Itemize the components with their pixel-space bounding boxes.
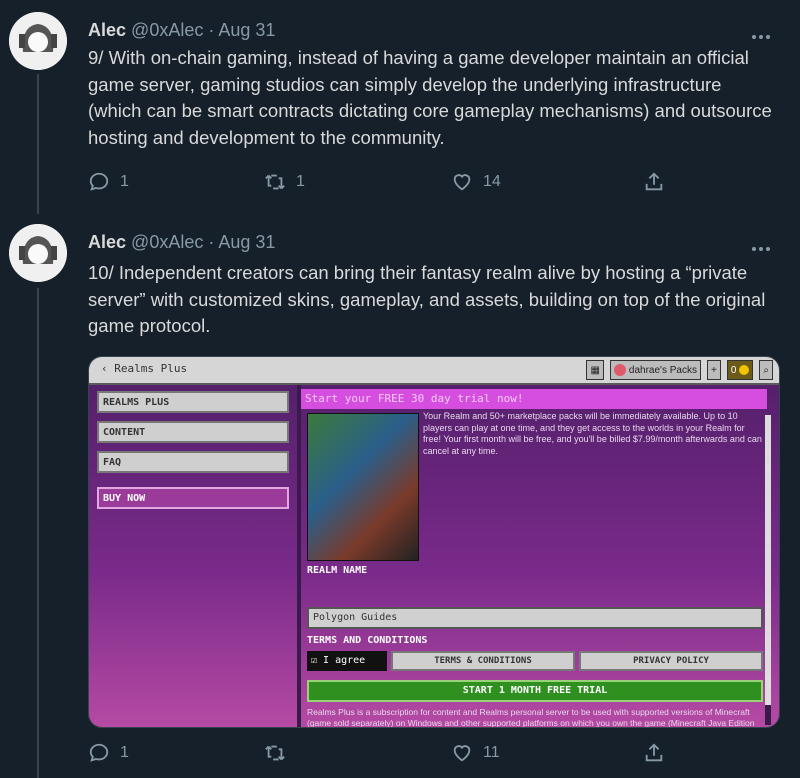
separator-dot: · bbox=[208, 20, 215, 40]
mc-privacy-button[interactable]: PRIVACY POLICY bbox=[579, 651, 763, 671]
heart-icon bbox=[453, 745, 471, 762]
mc-realm-name-input[interactable]: Polygon Guides bbox=[307, 607, 763, 629]
like-count: 14 bbox=[483, 173, 501, 190]
mc-coin-count: 0 bbox=[730, 364, 737, 376]
tweet-text: 9/ With on-chain gaming, instead of havi… bbox=[88, 47, 772, 148]
share-button[interactable] bbox=[643, 742, 665, 764]
mc-back-title[interactable]: ‹ Realms Plus bbox=[101, 362, 187, 375]
mc-agree-label: I agree bbox=[323, 655, 366, 666]
retweet-count: 1 bbox=[296, 173, 305, 190]
thread-line bbox=[37, 288, 39, 778]
mc-coins[interactable]: 0 bbox=[726, 360, 754, 380]
mc-realm-name-label: REALM NAME bbox=[307, 565, 368, 576]
mc-agree-checkbox[interactable]: ☑ I agree bbox=[307, 651, 387, 671]
share-icon bbox=[645, 172, 663, 191]
retweet-icon bbox=[265, 745, 285, 761]
avatar[interactable] bbox=[9, 12, 67, 70]
media-image[interactable]: ‹ Realms Plus ▦ dahrae's Packs + 0 ⌕ REA… bbox=[88, 356, 780, 728]
mc-search-icon[interactable]: ⌕ bbox=[759, 360, 773, 380]
mc-terms-label: TERMS AND CONDITIONS bbox=[307, 635, 428, 646]
reply-button[interactable]: 1 bbox=[88, 742, 129, 764]
mc-terms-button[interactable]: TERMS & CONDITIONS bbox=[391, 651, 575, 671]
tweet-text: 10/ Independent creators can bring their… bbox=[88, 262, 766, 336]
reply-icon bbox=[89, 743, 109, 762]
like-button[interactable]: 11 bbox=[451, 742, 500, 764]
mc-sidebar: REALMS PLUS CONTENT FAQ BUY NOW bbox=[89, 385, 297, 727]
mc-content: Start your FREE 30 day trial now! Your R… bbox=[301, 385, 771, 727]
mc-scrollbar-thumb[interactable] bbox=[765, 415, 771, 705]
mc-fine-print: Realms Plus is a subscription for conten… bbox=[307, 707, 755, 727]
author-handle[interactable]: @0xAlec bbox=[131, 232, 203, 252]
mc-body: REALMS PLUS CONTENT FAQ BUY NOW Start yo… bbox=[89, 385, 779, 727]
like-count: 11 bbox=[483, 744, 500, 761]
mc-account[interactable]: dahrae's Packs bbox=[609, 360, 701, 380]
like-button[interactable]: 14 bbox=[451, 171, 501, 193]
mc-description: Your Realm and 50+ marketplace packs wil… bbox=[423, 411, 762, 456]
tweet-date[interactable]: Aug 31 bbox=[218, 232, 275, 252]
avatar[interactable] bbox=[9, 224, 67, 282]
retweet-button[interactable] bbox=[264, 742, 296, 764]
mc-account-name: dahrae's Packs bbox=[628, 364, 697, 376]
mc-start-trial-button[interactable]: START 1 MONTH FREE TRIAL bbox=[307, 680, 763, 702]
separator-dot: · bbox=[208, 232, 215, 252]
heart-icon bbox=[453, 174, 471, 191]
coin-icon bbox=[739, 365, 750, 375]
author-handle[interactable]: @0xAlec bbox=[131, 20, 203, 40]
author-name[interactable]: Alec bbox=[88, 20, 126, 40]
mc-title-text: Realms Plus bbox=[114, 362, 188, 375]
more-options-icon[interactable] bbox=[752, 26, 776, 40]
mc-grid-icon[interactable]: ▦ bbox=[586, 360, 604, 380]
mc-nav-faq[interactable]: FAQ bbox=[97, 451, 289, 473]
mc-top-bar: ‹ Realms Plus ▦ dahrae's Packs + 0 ⌕ bbox=[89, 357, 779, 385]
tweet-header: Alec @0xAlec · Aug 31 bbox=[88, 232, 275, 253]
mc-nav-content[interactable]: CONTENT bbox=[97, 421, 289, 443]
author-name[interactable]: Alec bbox=[88, 232, 126, 252]
more-options-icon[interactable] bbox=[752, 238, 776, 252]
tweet-date[interactable]: Aug 31 bbox=[218, 20, 275, 40]
mc-nav-buy-now[interactable]: BUY NOW bbox=[97, 487, 289, 509]
mc-pack-art bbox=[307, 413, 419, 561]
mc-toolbar: ▦ dahrae's Packs + 0 ⌕ bbox=[586, 360, 773, 380]
tweet-actions: 1 11 bbox=[88, 742, 688, 768]
tweet-header: Alec @0xAlec · Aug 31 bbox=[88, 20, 275, 41]
reply-count: 1 bbox=[120, 173, 129, 190]
mc-banner: Start your FREE 30 day trial now! bbox=[301, 389, 767, 409]
reply-icon bbox=[89, 172, 109, 191]
retweet-button[interactable]: 1 bbox=[264, 171, 305, 193]
mc-add-icon[interactable]: + bbox=[706, 360, 721, 380]
tweet[interactable]: Alec @0xAlec · Aug 31 9/ With on-chain g… bbox=[0, 0, 800, 214]
mc-nav-realms-plus[interactable]: REALMS PLUS bbox=[97, 391, 289, 413]
tweet-actions: 1 1 14 bbox=[88, 171, 688, 197]
reply-button[interactable]: 1 bbox=[88, 171, 129, 193]
reply-count: 1 bbox=[120, 744, 129, 761]
share-icon bbox=[645, 743, 663, 762]
thread-line bbox=[37, 74, 39, 214]
share-button[interactable] bbox=[643, 171, 665, 193]
retweet-icon bbox=[265, 174, 285, 190]
mc-account-icon bbox=[613, 364, 626, 376]
